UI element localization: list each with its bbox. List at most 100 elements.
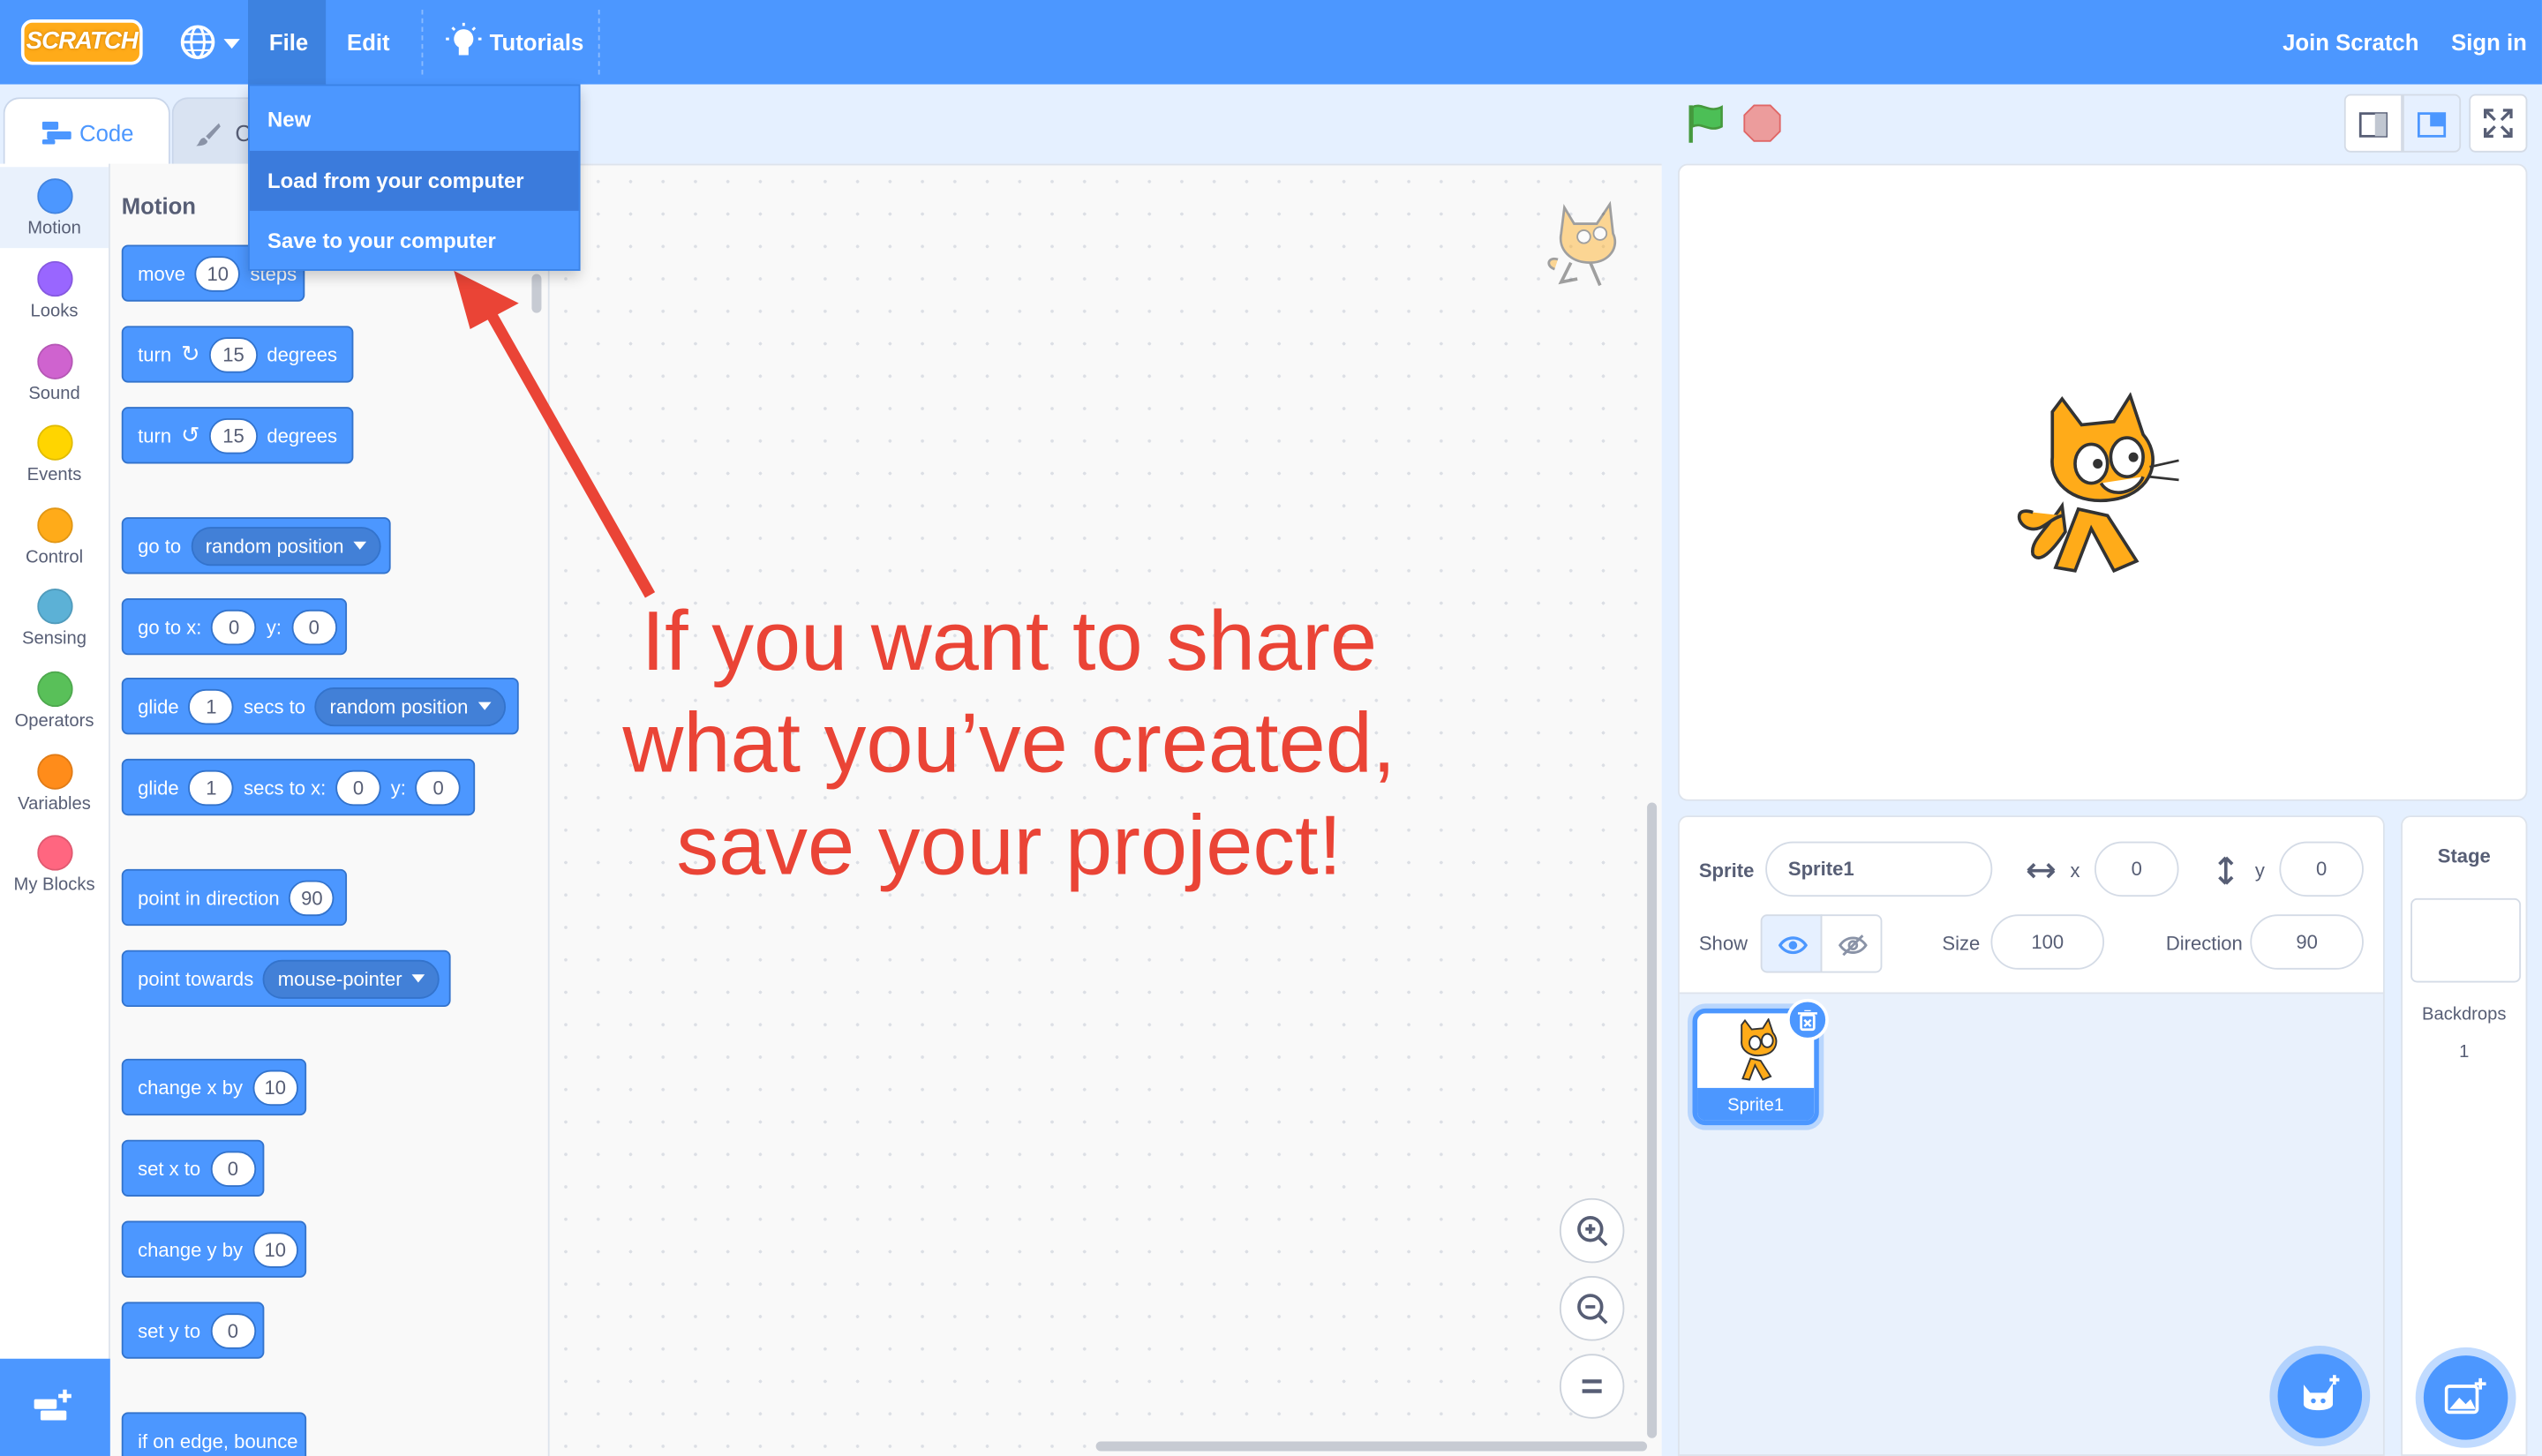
code-blocks-icon (41, 121, 71, 145)
menu-item-load-from-computer[interactable]: Load from your computer (249, 150, 579, 211)
sensing-dot-icon (36, 588, 72, 625)
block-input[interactable]: 1 (188, 769, 235, 806)
direction-input[interactable]: 90 (2250, 914, 2364, 970)
block-input[interactable]: 0 (415, 769, 462, 806)
block-dropdown[interactable]: random position (191, 526, 381, 566)
zoom-in-button[interactable] (1559, 1197, 1625, 1264)
menu-item-new[interactable]: New (250, 89, 579, 149)
block-turn-left[interactable]: turn ↺ 15 degrees (121, 407, 354, 464)
size-value: 100 (2031, 930, 2064, 954)
block-input[interactable]: 10 (195, 255, 241, 291)
block-dropdown[interactable]: mouse-pointer (263, 958, 440, 998)
block-input[interactable]: 0 (291, 608, 337, 645)
block-change-y[interactable]: change y by 10 (121, 1220, 307, 1278)
block-dropdown[interactable]: random position (315, 687, 506, 726)
block-input[interactable]: 15 (209, 336, 258, 372)
choose-backdrop-button[interactable] (2423, 1355, 2508, 1440)
block-change-x[interactable]: change x by 10 (121, 1058, 307, 1116)
block-text: point in direction (138, 886, 280, 909)
block-input[interactable]: 15 (209, 417, 258, 454)
sprite-tile-name: Sprite1 (1727, 1096, 1785, 1116)
show-visible-button[interactable] (1760, 914, 1823, 973)
menu-item-save-to-computer[interactable]: Save to your computer (250, 211, 579, 271)
block-glide-xy[interactable]: glide 1 secs to x: 0 y: 0 (121, 758, 476, 816)
block-point-towards[interactable]: point towards mouse-pointer (121, 949, 451, 1008)
scratch-cat-sprite[interactable] (2013, 392, 2192, 581)
rotate-right-icon: ↻ (181, 340, 200, 367)
block-go-to-xy[interactable]: go to x: 0 y: 0 (121, 598, 348, 656)
add-extension-button[interactable] (0, 1358, 110, 1456)
category-sound[interactable]: Sound (0, 333, 109, 414)
stage-thumbnail[interactable] (2410, 897, 2522, 983)
category-motion[interactable]: Motion (0, 167, 109, 249)
choose-sprite-button[interactable] (2277, 1354, 2363, 1438)
tutorials-button[interactable]: Tutorials (438, 0, 591, 85)
size-label: Size (1942, 932, 1981, 956)
x-input[interactable]: 0 (2095, 841, 2179, 897)
category-control[interactable]: Control (0, 496, 109, 577)
variables-dot-icon (36, 754, 72, 790)
annotation-line: save your project! (676, 799, 1342, 894)
edit-menu-button[interactable]: Edit (326, 0, 410, 85)
stage-panel-title: Stage (2437, 844, 2491, 868)
image-add-icon (2444, 1377, 2486, 1415)
file-menu-label: File (268, 29, 309, 56)
block-text: secs to (244, 694, 305, 718)
block-input[interactable]: 0 (211, 608, 257, 645)
tab-code-label: Code (79, 119, 134, 146)
stage-canvas[interactable] (1677, 163, 2528, 801)
sprite-info-panel: Sprite Sprite1 x 0 y 0 Show Size 100 Dir… (1677, 815, 2385, 994)
delete-sprite-button[interactable] (1786, 998, 1829, 1041)
fullscreen-button[interactable] (2469, 94, 2528, 153)
sprite-label: Sprite (1698, 859, 1755, 882)
block-go-to[interactable]: go to random position (121, 517, 391, 574)
block-text: set x to (138, 1156, 201, 1180)
block-input[interactable]: 0 (335, 769, 381, 806)
block-set-y[interactable]: set y to 0 (121, 1302, 265, 1359)
annotation-line: If you want to share (641, 595, 1378, 689)
block-input[interactable]: 0 (210, 1150, 256, 1187)
block-input[interactable]: 10 (252, 1231, 298, 1267)
block-input[interactable]: 1 (188, 687, 235, 724)
sign-in-link[interactable]: Sign in (2451, 29, 2527, 55)
block-glide[interactable]: glide 1 secs to random position (121, 678, 519, 735)
block-text: glide (138, 776, 179, 799)
category-operators[interactable]: Operators (0, 660, 109, 741)
block-point-in-direction[interactable]: point in direction 90 (121, 868, 348, 927)
small-stage-button[interactable] (2343, 94, 2403, 153)
sprite-name-input[interactable]: Sprite1 (1765, 841, 1993, 897)
block-input[interactable]: 10 (252, 1069, 298, 1106)
block-turn-right[interactable]: turn ↻ 15 degrees (121, 326, 354, 383)
tab-code[interactable]: Code (3, 97, 170, 166)
y-input[interactable]: 0 (2279, 841, 2364, 897)
zoom-reset-button[interactable] (1559, 1354, 1625, 1419)
category-sensing[interactable]: Sensing (0, 577, 109, 658)
category-events[interactable]: Events (0, 414, 109, 495)
stage-selector-panel[interactable]: Stage Backdrops 1 (2401, 815, 2528, 1456)
scratch-logo[interactable]: SCRATCH (20, 19, 143, 65)
horizontal-scrollbar[interactable] (1095, 1441, 1648, 1452)
block-input[interactable]: 90 (289, 879, 335, 916)
show-hidden-button[interactable] (1820, 914, 1883, 973)
menu-bar: SCRATCH File Edit Tutorials Join Scratch… (0, 0, 2542, 85)
language-menu[interactable] (178, 23, 243, 62)
block-set-x[interactable]: set x to 0 (121, 1139, 265, 1197)
large-stage-button[interactable] (2402, 94, 2462, 153)
green-flag-icon[interactable] (1684, 102, 1726, 145)
stop-icon[interactable] (1742, 104, 1781, 143)
block-text: degrees (267, 424, 338, 447)
block-input[interactable]: 0 (210, 1312, 256, 1348)
category-my-blocks[interactable]: My Blocks (0, 823, 109, 904)
category-variables[interactable]: Variables (0, 743, 109, 824)
zoom-out-button[interactable] (1559, 1276, 1625, 1341)
size-input[interactable]: 100 (1990, 914, 2105, 970)
file-menu-button[interactable]: File (248, 0, 327, 85)
category-label: Operators (14, 711, 94, 732)
vertical-scrollbar[interactable] (1647, 802, 1658, 1438)
category-looks[interactable]: Looks (0, 250, 109, 331)
join-scratch-link[interactable]: Join Scratch (2283, 29, 2418, 55)
menu-divider (421, 10, 424, 75)
category-label: Control (25, 548, 84, 568)
block-bounce[interactable]: if on edge, bounce (121, 1412, 307, 1456)
operators-dot-icon (36, 671, 72, 708)
